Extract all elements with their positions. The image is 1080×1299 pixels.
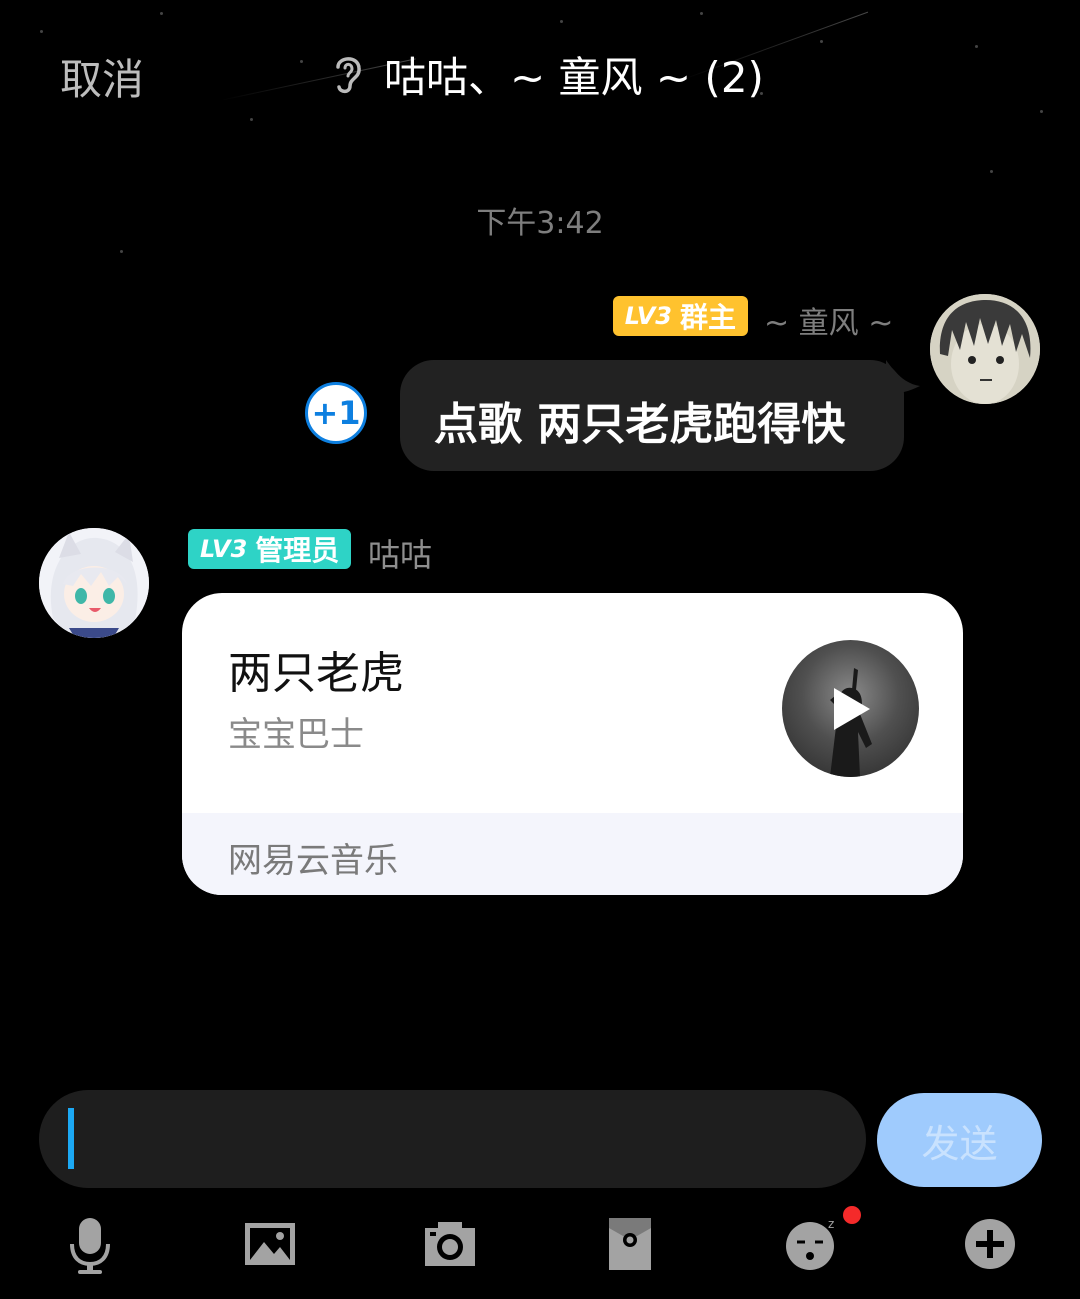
ear-icon[interactable] (330, 51, 366, 99)
camera-icon[interactable] (420, 1214, 480, 1274)
send-button[interactable]: 发送 (877, 1093, 1042, 1187)
chat-title: 咕咕、~ 童风 ~ (2) (384, 53, 764, 102)
chat-header: 咕咕、~ 童风 ~ (2) (330, 44, 764, 105)
music-source: 网易云音乐 (228, 841, 398, 881)
message-timestamp: 下午3:42 (476, 206, 604, 241)
plus-icon[interactable] (960, 1214, 1020, 1274)
message-input[interactable] (39, 1090, 866, 1188)
svg-text:z: z (828, 1217, 834, 1231)
sender-name[interactable]: 咕咕 (368, 530, 432, 576)
album-cover[interactable] (782, 640, 919, 777)
badge-role: 管理员 (255, 534, 340, 567)
notification-dot (843, 1206, 861, 1224)
avatar[interactable] (39, 528, 149, 638)
song-title: 两只老虎 (228, 648, 404, 699)
badge-role: 群主 (679, 301, 736, 334)
plus-one-button[interactable]: +1 (305, 382, 367, 444)
image-icon[interactable] (240, 1214, 300, 1274)
song-artist: 宝宝巴士 (228, 715, 364, 755)
text-cursor (68, 1108, 74, 1169)
admin-level-badge: LV3 管理员 (188, 529, 352, 569)
badge-level: LV3 (200, 535, 248, 563)
music-share-card[interactable]: 两只老虎 宝宝巴士 网易云音乐 (182, 593, 963, 895)
microphone-icon[interactable] (60, 1214, 120, 1274)
message-text: 点歌 两只老虎跑得快 (434, 399, 846, 450)
emoji-icon[interactable]: z (780, 1214, 840, 1274)
bubble-tail (886, 360, 920, 394)
owner-level-badge: LV3 群主 (612, 296, 748, 336)
badge-level: LV3 (624, 302, 672, 330)
sender-name[interactable]: ~ 童风 ~ (764, 298, 893, 342)
avatar[interactable] (930, 294, 1040, 404)
cancel-button[interactable]: 取消 (60, 46, 144, 107)
red-packet-icon[interactable] (600, 1214, 660, 1274)
